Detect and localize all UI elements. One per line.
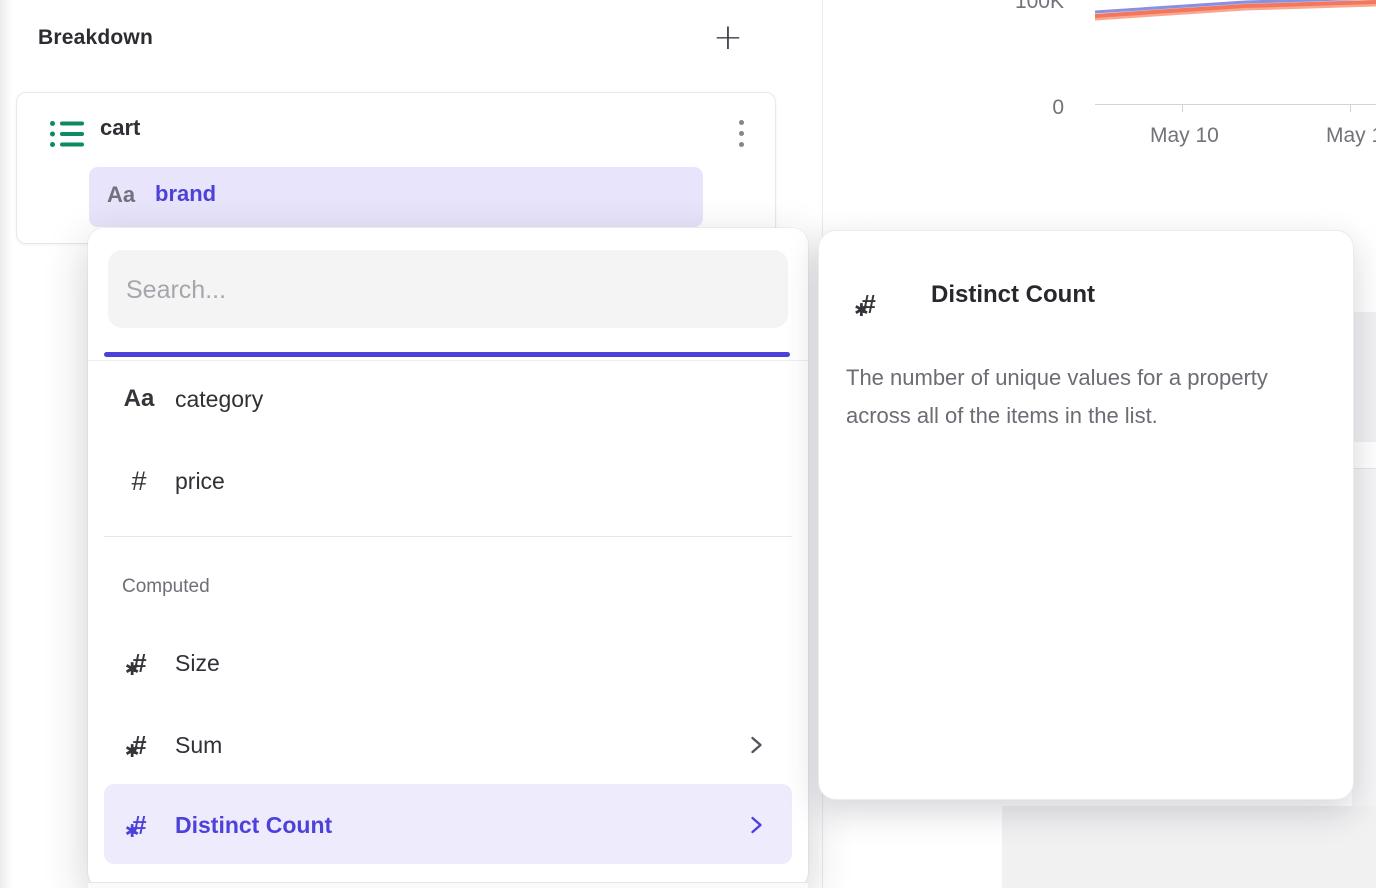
computed-option-label: Size	[175, 634, 220, 692]
app-root: 100K 0 May 10 May 1 Breakdown +	[0, 0, 1376, 888]
tooltip-title: Distinct Count	[931, 281, 1095, 309]
distinct-count-tooltip: #✱ Distinct Count The number of unique v…	[818, 230, 1354, 800]
computed-option-distinct-count[interactable]: #✱ Distinct Count	[88, 785, 808, 865]
breakdown-card: cart Aa brand	[16, 92, 776, 244]
property-option-price[interactable]: # price	[88, 452, 808, 510]
number-type-icon: #	[118, 452, 160, 510]
selected-property-chip[interactable]: Aa brand	[89, 167, 703, 227]
computed-section-label: Computed	[122, 576, 210, 598]
line-chart-region: 100K 0 May 10 May 1	[823, 0, 1376, 200]
y-axis-tick-label: 100K	[1012, 0, 1064, 14]
computed-number-icon: #✱	[118, 634, 160, 692]
search-box	[108, 250, 788, 328]
chart-line-series	[1095, 0, 1376, 42]
computed-number-icon: #✱	[118, 716, 160, 774]
text-type-icon: Aa	[118, 370, 160, 428]
source-name[interactable]: cart	[100, 115, 140, 141]
property-dropdown: Aa category # price Computed #✱ Size #✱ …	[88, 228, 808, 888]
x-axis-tick-label: May 10	[1150, 124, 1219, 148]
property-option-label: category	[175, 370, 263, 428]
text-type-icon: Aa	[107, 182, 135, 208]
computed-number-icon: #✱	[861, 283, 875, 322]
add-breakdown-button[interactable]: +	[706, 16, 750, 60]
selected-property-label: brand	[155, 181, 216, 207]
computed-option-sum[interactable]: #✱ Sum	[88, 716, 808, 774]
x-axis-tick	[1350, 104, 1351, 112]
active-tab-indicator	[104, 352, 790, 357]
background-table-row	[1352, 469, 1376, 806]
computed-option-label: Distinct Count	[175, 785, 332, 865]
chevron-right-icon	[750, 816, 763, 835]
divider	[104, 536, 792, 537]
x-axis-tick	[1182, 104, 1183, 112]
property-option-label: price	[175, 452, 225, 510]
tooltip-description: The number of unique values for a proper…	[846, 359, 1324, 435]
background-table-block	[1002, 806, 1376, 888]
x-axis-line	[1095, 104, 1376, 105]
search-input[interactable]	[124, 250, 768, 330]
dropdown-footer	[88, 883, 808, 888]
kebab-menu-icon[interactable]	[727, 115, 755, 151]
y-axis-tick-label: 0	[1028, 96, 1064, 120]
divider	[88, 360, 808, 361]
list-property-icon	[50, 119, 84, 149]
x-axis-tick-label: May 1	[1326, 124, 1376, 148]
computed-option-label: Sum	[175, 716, 222, 774]
background-table-row	[1352, 312, 1376, 442]
breakdown-section-title: Breakdown	[38, 26, 153, 50]
property-option-category[interactable]: Aa category	[88, 370, 808, 428]
computed-option-size[interactable]: #✱ Size	[88, 634, 808, 692]
left-edge-shadow	[0, 0, 12, 888]
chevron-right-icon	[750, 736, 763, 755]
computed-number-icon: #✱	[118, 785, 160, 865]
